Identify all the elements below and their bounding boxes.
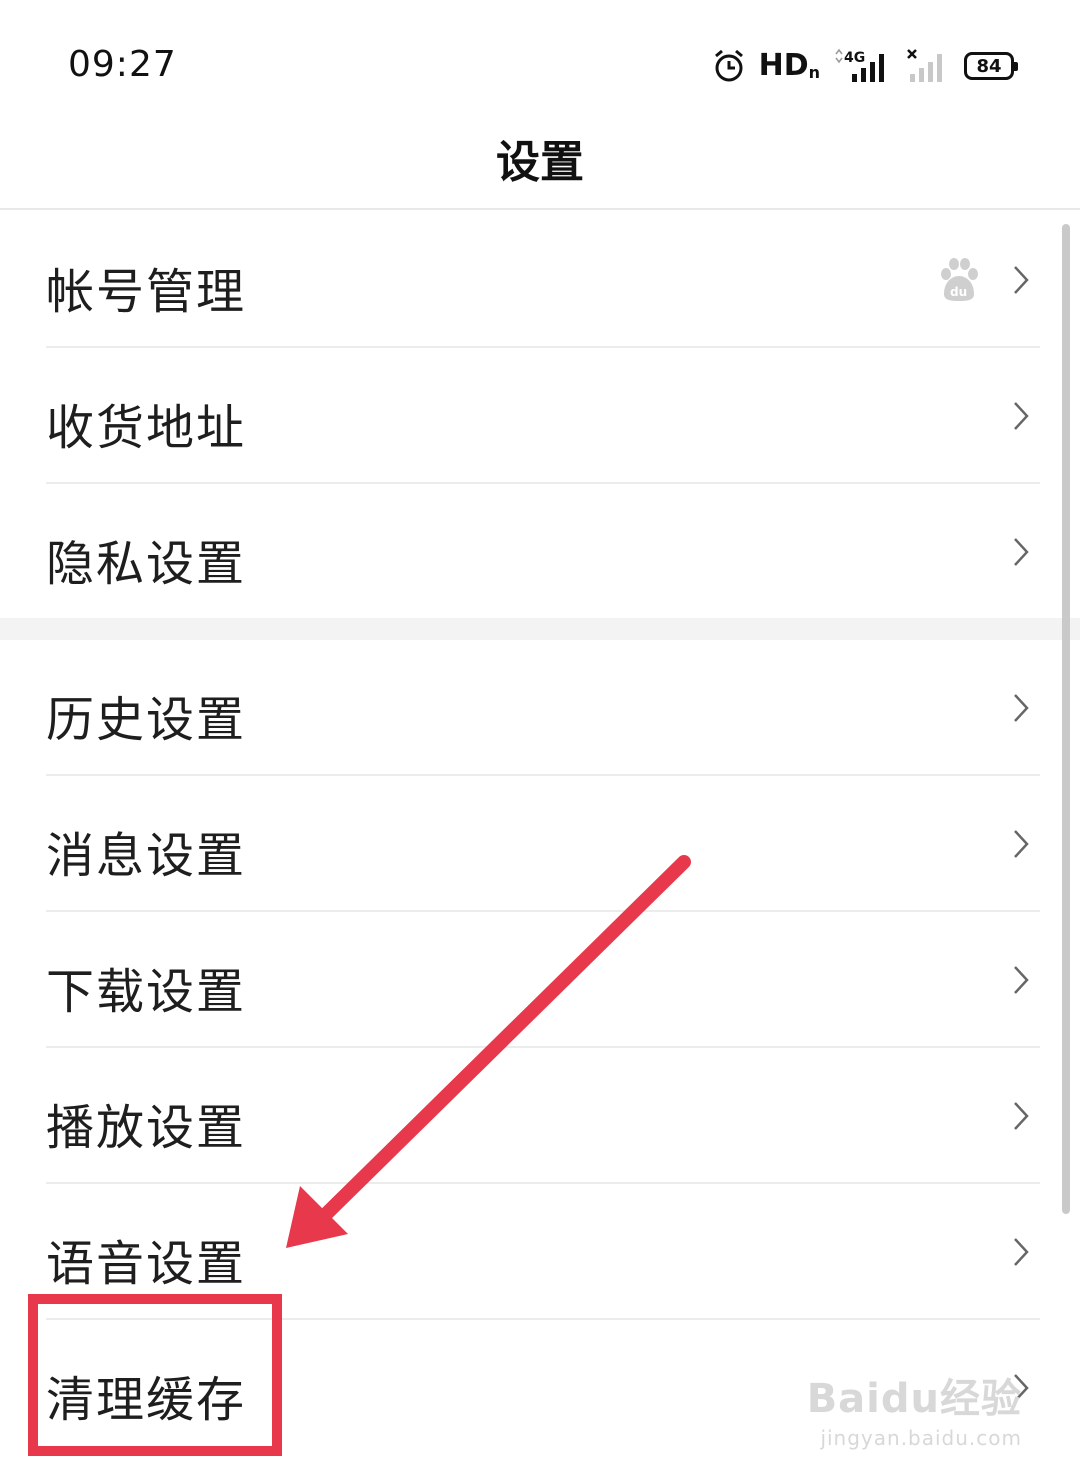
chevron-right-icon — [1014, 830, 1029, 858]
chevron-right-icon — [1014, 538, 1029, 566]
settings-item-account[interactable]: 帐号管理 du — [0, 212, 1080, 348]
battery-icon: 84 — [964, 52, 1018, 80]
network-label: 4G — [844, 50, 865, 66]
chevron-right-icon — [1014, 266, 1029, 294]
settings-item-label: 收货地址 — [46, 400, 247, 456]
signal-4g-icon: 4G — [835, 48, 884, 82]
watermark-sub: jingyan.baidu.com — [820, 1426, 1022, 1450]
page-header: 设置 — [0, 120, 1080, 210]
status-icons: HDn 4G 84 — [713, 46, 1018, 86]
chevron-right-icon — [1014, 402, 1029, 430]
hd-sub-label: n — [808, 63, 820, 82]
chevron-right-icon — [1014, 1238, 1029, 1266]
settings-item-privacy[interactable]: 隐私设置 — [0, 484, 1080, 620]
settings-item-label: 帐号管理 — [46, 264, 247, 320]
settings-item-label: 隐私设置 — [46, 536, 247, 592]
status-time: 09:27 — [68, 44, 177, 85]
settings-item-playback[interactable]: 播放设置 — [0, 1048, 1080, 1184]
watermark: Baidu经验 jingyan.baidu.com — [807, 1366, 1022, 1450]
chevron-right-icon — [1014, 1102, 1029, 1130]
section-separator — [0, 618, 1080, 640]
baidu-paw-icon: du — [941, 258, 978, 301]
chevron-right-icon — [1014, 694, 1029, 722]
signal-no-sim-icon — [907, 49, 942, 82]
page-title: 设置 — [496, 137, 584, 188]
settings-item-label: 语音设置 — [46, 1236, 247, 1292]
settings-item-shipping-address[interactable]: 收货地址 — [0, 348, 1080, 484]
settings-item-messages[interactable]: 消息设置 — [0, 776, 1080, 912]
scrollbar[interactable] — [1062, 224, 1070, 1214]
annotation-highlight-box — [28, 1294, 282, 1456]
settings-item-label: 播放设置 — [46, 1100, 247, 1156]
settings-item-label: 下载设置 — [46, 964, 247, 1020]
settings-section-account: 帐号管理 du 收货地址 隐私设置 — [0, 212, 1080, 620]
svg-text:du: du — [950, 285, 967, 299]
alarm-icon — [714, 49, 743, 82]
status-bar: 09:27 HDn 4G 84 — [0, 0, 1080, 120]
hd-indicator: HDn — [759, 51, 820, 81]
chevron-right-icon — [1014, 966, 1029, 994]
settings-item-label: 历史设置 — [46, 692, 247, 748]
watermark-main: Baidu经验 — [806, 1376, 1022, 1422]
settings-item-history[interactable]: 历史设置 — [0, 640, 1080, 776]
settings-item-label: 消息设置 — [46, 828, 247, 884]
hd-label: HD — [758, 48, 809, 83]
settings-item-download[interactable]: 下载设置 — [0, 912, 1080, 1048]
